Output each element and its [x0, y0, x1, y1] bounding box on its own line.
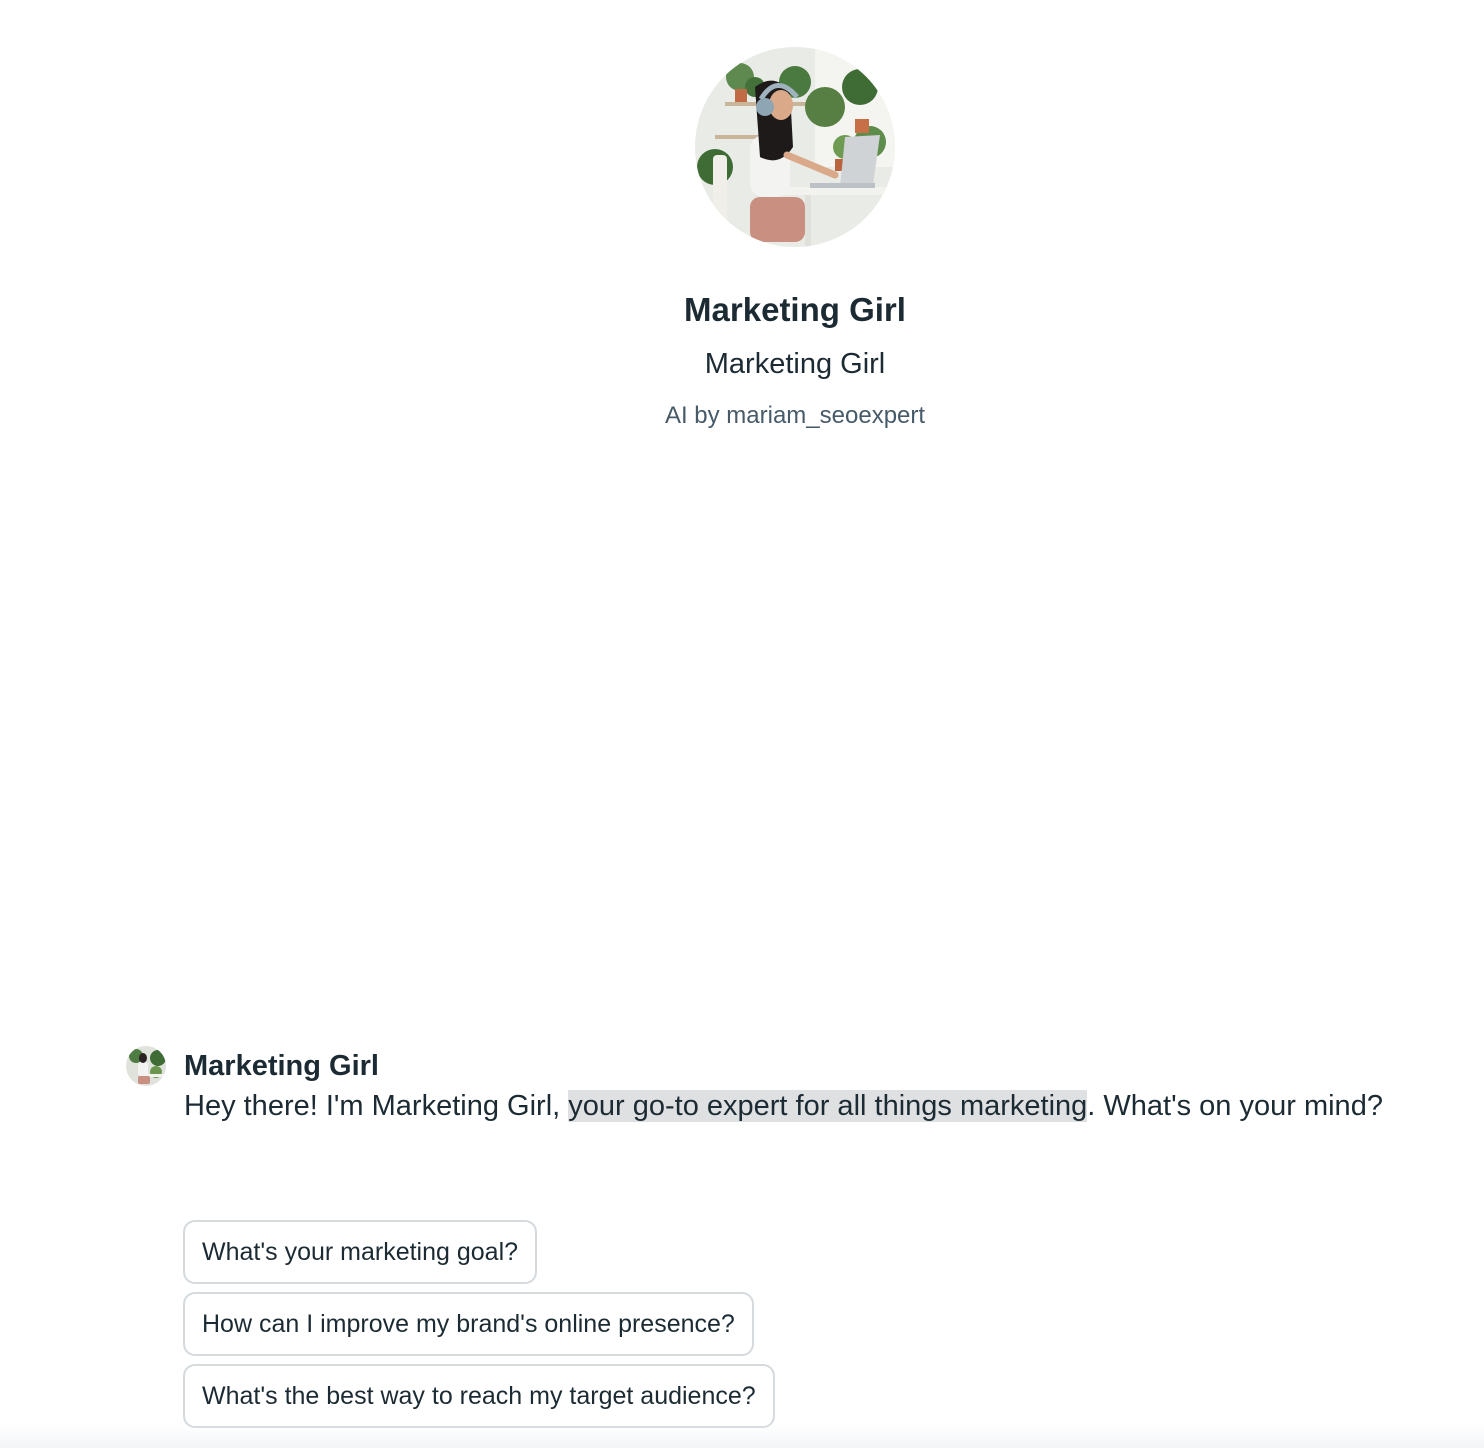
- suggestion-chip-target-audience[interactable]: What's the best way to reach my target a…: [183, 1364, 775, 1428]
- bottom-fade: [0, 1424, 1484, 1448]
- bot-creator-credit[interactable]: AI by mariam_seoexpert: [0, 400, 1484, 432]
- message-text-highlighted: your go-to expert for all things marketi…: [568, 1090, 1088, 1122]
- sender-avatar[interactable]: [126, 1046, 166, 1086]
- bot-subtitle: Marketing Girl: [704, 348, 886, 380]
- bot-name: Marketing Girl: [684, 291, 906, 328]
- bot-avatar-large[interactable]: [695, 47, 895, 247]
- message-text-after: . What's on your mind?: [1087, 1090, 1383, 1122]
- message-text-before: Hey there! I'm Marketing Girl,: [184, 1090, 569, 1122]
- suggested-prompts: What's your marketing goal? How can I im…: [183, 1220, 775, 1436]
- sender-avatar-icon: [126, 1046, 166, 1086]
- suggestion-chip-marketing-goal[interactable]: What's your marketing goal?: [183, 1220, 538, 1284]
- suggestion-chip-online-presence[interactable]: How can I improve my brand's online pres…: [183, 1292, 754, 1356]
- profile-photo-icon: [695, 47, 895, 247]
- message-text: Hey there! I'm Marketing Girl, your go-t…: [184, 1086, 1383, 1126]
- sender-name: Marketing Girl: [184, 1050, 379, 1082]
